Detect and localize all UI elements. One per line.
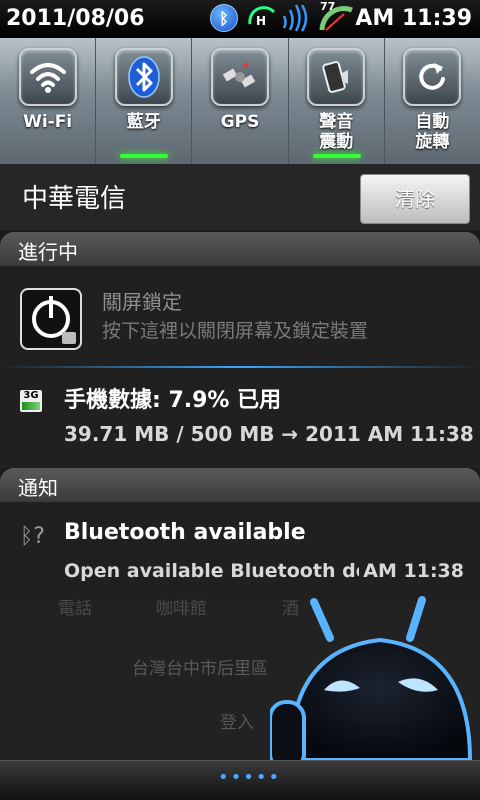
bg-label: 電話: [58, 599, 92, 619]
status-date: 2011/08/06: [6, 6, 145, 31]
row-divider: [0, 366, 480, 368]
notification-title: 關屏鎖定: [102, 290, 182, 314]
toggle-wifi[interactable]: Wi-Fi: [0, 38, 97, 164]
notification-time: AM 11:38: [359, 560, 464, 582]
toggle-label: Wi-Fi: [23, 112, 73, 132]
clear-button[interactable]: 清除: [360, 174, 470, 224]
svg-text:H: H: [256, 14, 266, 28]
notification-subtitle: 39.71 MB / 500 MB → 2011 AM 11:38: [64, 422, 474, 446]
signal-strength-icon: [282, 4, 308, 32]
bg-label: 咖啡館: [156, 599, 207, 619]
section-ongoing-header: 進行中: [0, 232, 480, 266]
section-title: 通知: [18, 476, 58, 500]
sound-vibrate-icon: [307, 48, 366, 106]
toggle-label: 聲音 震動: [319, 112, 354, 152]
android-mascot-icon: [270, 596, 473, 770]
gps-satellite-icon: [211, 48, 269, 106]
toggle-label: 自動 旋轉: [415, 112, 450, 152]
section-title: 進行中: [18, 240, 78, 264]
toggle-bluetooth[interactable]: 藍牙: [96, 38, 193, 164]
toggle-active-indicator: [312, 154, 361, 158]
toggle-auto-rotate[interactable]: 自動 旋轉: [385, 38, 480, 164]
carrier-bar: 中華電信 清除: [0, 164, 480, 230]
quick-settings: Wi-Fi 藍牙 GPS 聲音 震動 自動 旋轉: [0, 38, 480, 164]
status-bar: 2011/08/06 ᛒ H 77 AM 11:39: [0, 0, 480, 38]
status-time: AM 11:39: [355, 6, 472, 31]
notification-subtitle: Open available Bluetooth devi: [64, 560, 388, 582]
toggle-sound-vibrate[interactable]: 聲音 震動: [289, 38, 385, 164]
drawer-handle[interactable]: •••••: [0, 760, 480, 800]
rotate-icon: [403, 48, 462, 106]
toggle-active-indicator: [120, 154, 169, 158]
bluetooth-status-icon: ᛒ: [210, 4, 238, 32]
bg-location: 台灣台中市后里區: [132, 659, 268, 679]
toggle-label: GPS: [220, 112, 260, 132]
screen-lock-notification[interactable]: 關屏鎖定 按下這裡以關閉屏幕及鎖定裝置: [0, 270, 480, 364]
notification-title: 手機數據: 7.9% 已用: [64, 388, 282, 413]
toggle-label: 藍牙: [126, 112, 161, 132]
battery-level: 77: [320, 0, 336, 13]
notification-title: Bluetooth available: [64, 520, 306, 545]
carrier-name: 中華電信: [22, 184, 127, 214]
hsdpa-network-icon: H: [248, 6, 276, 28]
bluetooth-notification[interactable]: Bluetooth available Open available Bluet…: [0, 506, 480, 598]
data-usage-notification[interactable]: 手機數據: 7.9% 已用 39.71 MB / 500 MB → 2011 A…: [0, 370, 480, 464]
handle-grip-icon: •••••: [218, 767, 282, 788]
bluetooth-icon: [114, 48, 173, 106]
wifi-icon: [18, 48, 77, 106]
bg-login: 登入: [220, 713, 254, 733]
notification-subtitle: 按下這裡以關閉屏幕及鎖定裝置: [102, 320, 369, 342]
section-notifications-header: 通知: [0, 468, 480, 502]
toggle-gps[interactable]: GPS: [192, 38, 289, 164]
